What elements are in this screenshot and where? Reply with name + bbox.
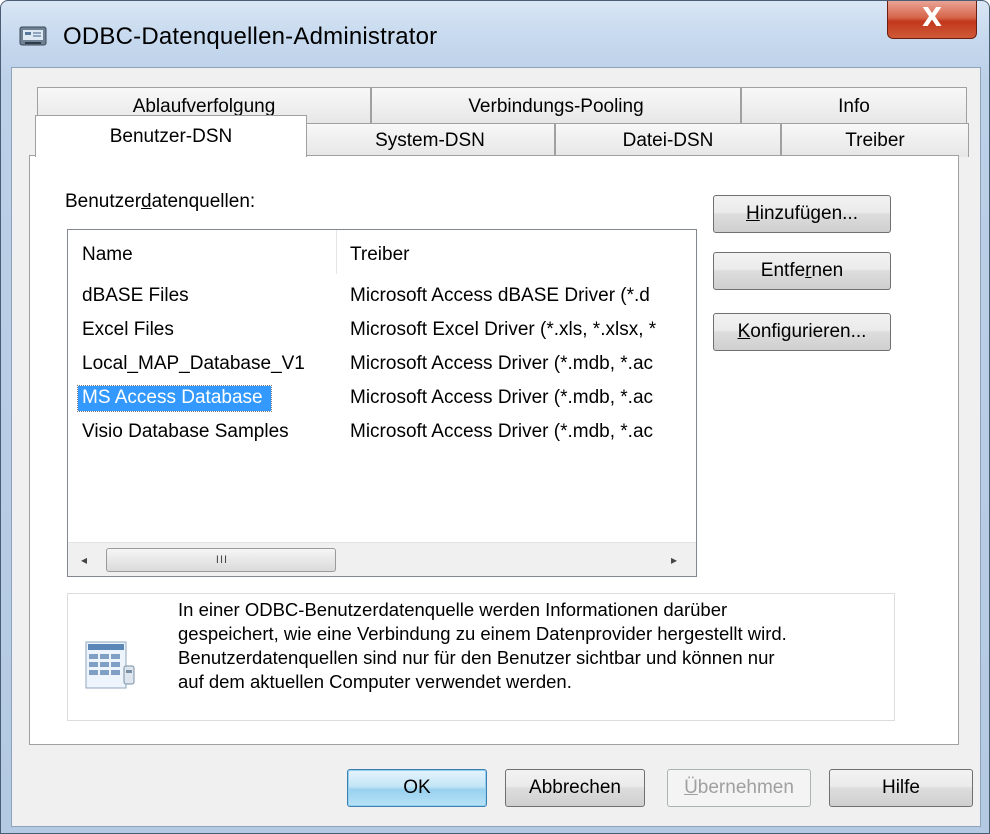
tab-label: Info xyxy=(838,96,870,117)
tab-benutzer-dsn[interactable]: Benutzer-DSN xyxy=(35,115,307,157)
list-row-selected[interactable]: MS Access Database Microsoft Access Driv… xyxy=(68,382,696,414)
apply-accel: Ü xyxy=(684,777,698,798)
info-text: In einer ODBC-Benutzerdatenquelle werden… xyxy=(178,598,878,694)
list-label-accel: d xyxy=(141,191,152,212)
tab-system-dsn[interactable]: System-DSN xyxy=(305,123,555,157)
row-name: Local_MAP_Database_V1 xyxy=(82,353,305,374)
add-button[interactable]: Hinzufügen... xyxy=(713,195,891,233)
info-line: Benutzerdatenquellen sind nur für den Be… xyxy=(178,647,775,668)
scroll-thumb[interactable]: III xyxy=(106,548,336,572)
window-title: ODBC-Datenquellen-Administrator xyxy=(63,23,438,50)
row-driver: Microsoft Access Driver (*.mdb, *.ac xyxy=(350,421,654,442)
info-box: In einer ODBC-Benutzerdatenquelle werden… xyxy=(67,593,895,721)
close-icon: X xyxy=(921,3,943,33)
tab-label: System-DSN xyxy=(375,130,485,151)
list-row[interactable]: dBASE Files Microsoft Access dBASE Drive… xyxy=(68,280,696,312)
scroll-left-arrow-icon[interactable]: ◂ xyxy=(76,551,92,569)
row-name: Excel Files xyxy=(82,319,174,340)
tab-info[interactable]: Info xyxy=(741,87,967,125)
tab-verbindungs-pooling[interactable]: Verbindungs-Pooling xyxy=(371,87,741,125)
tab-label: Benutzer-DSN xyxy=(109,126,233,147)
row-driver: Microsoft Access dBASE Driver (*.d xyxy=(350,285,650,306)
tab-treiber[interactable]: Treiber xyxy=(781,123,969,157)
add-accel: H xyxy=(746,203,760,224)
info-line: gespeichert, wie eine Verbindung zu eine… xyxy=(178,623,787,644)
remove-label: Entfe xyxy=(760,260,806,281)
configure-accel: K xyxy=(737,321,751,342)
list-row[interactable]: Local_MAP_Database_V1 Microsoft Access D… xyxy=(68,348,696,380)
row-name-text: MS Access Database xyxy=(77,385,272,412)
close-button[interactable]: X xyxy=(887,1,977,39)
apply-label: bernehmen xyxy=(697,777,794,798)
ok-button[interactable]: OK xyxy=(347,769,487,807)
scroll-grip-icon: III xyxy=(215,554,229,566)
tab-label: Ablaufverfolgung xyxy=(132,96,276,117)
row-name: MS Access Database xyxy=(77,382,272,414)
column-header-name[interactable]: Name xyxy=(82,244,133,266)
remove-button[interactable]: Entfernen xyxy=(713,252,891,290)
row-name: Visio Database Samples xyxy=(82,421,289,442)
list-label: Benutzerdatenquellen: xyxy=(65,191,255,213)
tab-label: Verbindungs-Pooling xyxy=(468,96,644,117)
configure-label: onfigurieren... xyxy=(750,321,867,342)
scroll-right-arrow-icon[interactable]: ▸ xyxy=(666,551,682,569)
list-label-text: atenquellen: xyxy=(151,191,256,212)
column-divider[interactable] xyxy=(336,230,337,274)
row-name: dBASE Files xyxy=(82,285,189,306)
apply-button[interactable]: Übernehmen xyxy=(667,769,811,807)
datasource-list[interactable]: Name Treiber dBASE Files Microsoft Acces… xyxy=(67,229,697,577)
row-driver: Microsoft Access Driver (*.mdb, *.ac xyxy=(350,353,654,374)
row-driver: Microsoft Excel Driver (*.xls, *.xlsx, * xyxy=(350,319,657,340)
remove-label: nen xyxy=(811,260,844,281)
info-line: auf dem aktuellen Computer verwendet wer… xyxy=(178,671,572,692)
horizontal-scrollbar[interactable]: ◂ III ▸ xyxy=(68,542,696,576)
tab-label: Datei-DSN xyxy=(622,130,714,151)
dialog-window: ODBC-Datenquellen-Administrator X Ablauf… xyxy=(0,0,990,834)
column-header-driver[interactable]: Treiber xyxy=(350,244,409,266)
list-row[interactable]: Visio Database Samples Microsoft Access … xyxy=(68,416,696,448)
odbc-admin-icon xyxy=(19,23,49,49)
row-driver: Microsoft Access Driver (*.mdb, *.ac xyxy=(350,387,654,408)
info-line: In einer ODBC-Benutzerdatenquelle werden… xyxy=(178,599,728,620)
configure-button[interactable]: Konfigurieren... xyxy=(713,313,891,351)
tab-datei-dsn[interactable]: Datei-DSN xyxy=(555,123,781,157)
datasource-info-icon xyxy=(80,636,140,696)
list-label-text: Benutzer xyxy=(65,191,142,212)
list-row[interactable]: Excel Files Microsoft Excel Driver (*.xl… xyxy=(68,314,696,346)
help-button[interactable]: Hilfe xyxy=(829,769,973,807)
add-label: inzufügen... xyxy=(759,203,858,224)
tab-label: Treiber xyxy=(845,130,905,151)
cancel-button[interactable]: Abbrechen xyxy=(505,769,645,807)
